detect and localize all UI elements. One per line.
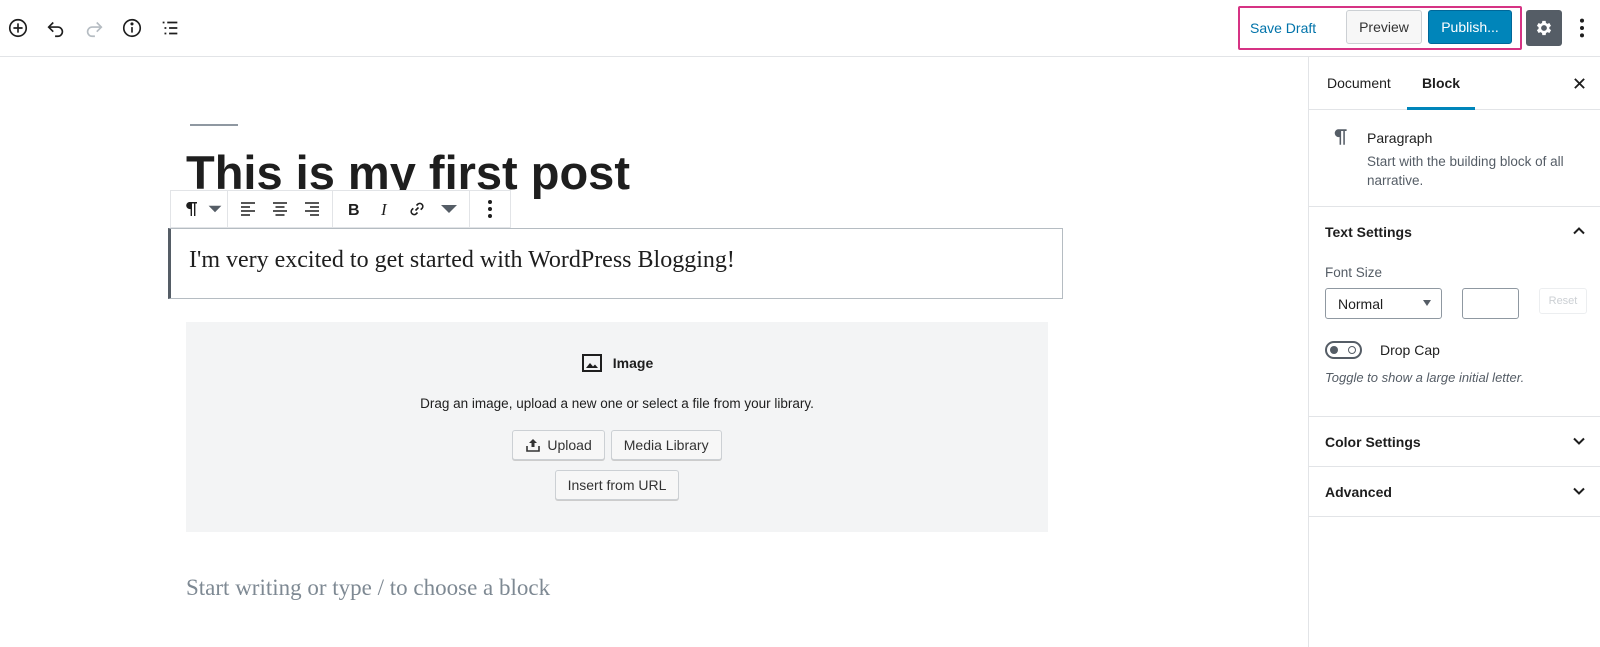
alignment-group: [228, 191, 333, 227]
block-toolbar: B I: [170, 190, 511, 228]
toggle-off-indicator: [1348, 346, 1356, 354]
chevron-down-icon: [1573, 437, 1585, 445]
panel-divider: [1309, 516, 1600, 517]
add-block-icon[interactable]: [2, 12, 34, 44]
toggle-knob: [1330, 346, 1338, 354]
paragraph-block[interactable]: I'm very excited to get started with Wor…: [168, 228, 1063, 299]
upload-button[interactable]: Upload: [512, 430, 605, 460]
media-library-button[interactable]: Media Library: [610, 430, 722, 460]
image-block-header: Image: [186, 352, 1048, 374]
image-button-row: Upload Media Library: [186, 430, 1048, 460]
text-settings-title: Text Settings: [1325, 223, 1412, 240]
settings-sidebar: Document Block Paragraph Start with the …: [1308, 57, 1600, 647]
info-icon[interactable]: [116, 12, 148, 44]
image-icon: [581, 354, 602, 372]
paragraph-text[interactable]: I'm very excited to get started with Wor…: [189, 247, 735, 274]
block-card: Paragraph Start with the building block …: [1309, 110, 1600, 207]
image-block-label: Image: [612, 355, 654, 371]
title-divider: [190, 124, 238, 126]
link-icon[interactable]: [401, 191, 433, 227]
chevron-down-icon[interactable]: [207, 191, 223, 227]
align-left-icon[interactable]: [232, 191, 264, 227]
block-switcher-group: [171, 191, 228, 227]
vertical-ellipsis-icon: [1579, 18, 1585, 38]
align-center-icon[interactable]: [264, 191, 296, 227]
reset-button[interactable]: Reset: [1539, 288, 1587, 314]
image-block-instructions: Drag an image, upload a new one or selec…: [420, 396, 814, 411]
italic-icon[interactable]: I: [369, 191, 401, 227]
font-size-select[interactable]: Normal: [1325, 288, 1442, 319]
paragraph-icon: [1329, 126, 1351, 155]
color-settings-panel-toggle[interactable]: Color Settings: [1309, 417, 1600, 466]
tab-document[interactable]: Document: [1327, 57, 1391, 110]
font-size-label: Font Size: [1325, 265, 1383, 280]
svg-text:B: B: [348, 202, 360, 219]
chevron-down-icon[interactable]: [433, 191, 465, 227]
color-settings-title: Color Settings: [1325, 433, 1421, 450]
default-block-appender[interactable]: Start writing or type / to choose a bloc…: [186, 575, 550, 601]
more-menu-button[interactable]: [1570, 12, 1594, 44]
preview-button[interactable]: Preview: [1346, 10, 1422, 44]
chevron-down-icon: [1573, 487, 1585, 495]
advanced-panel-toggle[interactable]: Advanced: [1309, 467, 1600, 516]
editor-canvas: This is my first post B I I'm very excit…: [0, 57, 1308, 647]
formatting-group: B I: [333, 191, 470, 227]
save-draft-button[interactable]: Save Draft: [1250, 16, 1316, 40]
block-card-title: Paragraph: [1367, 130, 1433, 146]
font-size-value: Normal: [1338, 295, 1384, 312]
bold-icon[interactable]: B: [337, 191, 369, 227]
publish-button[interactable]: Publish...: [1428, 10, 1512, 44]
sidebar-tabs: Document Block: [1309, 57, 1600, 110]
block-more-group: [470, 191, 510, 227]
outline-icon[interactable]: [154, 12, 186, 44]
paragraph-icon[interactable]: [175, 191, 207, 227]
custom-font-size-input[interactable]: [1462, 288, 1519, 319]
editor-header: Save Draft Preview Publish...: [0, 0, 1600, 57]
image-url-row: Insert from URL: [186, 470, 1048, 500]
drop-cap-toggle[interactable]: [1325, 341, 1362, 359]
drop-cap-help: Toggle to show a large initial letter.: [1325, 370, 1525, 385]
tab-block[interactable]: Block: [1407, 57, 1475, 110]
upload-button-label: Upload: [547, 437, 592, 453]
advanced-title: Advanced: [1325, 483, 1392, 500]
upload-icon: [526, 439, 541, 452]
redo-icon[interactable]: [78, 12, 110, 44]
text-settings-panel-toggle[interactable]: Text Settings: [1309, 207, 1600, 256]
svg-text:I: I: [380, 200, 388, 219]
block-card-description: Start with the building block of all nar…: [1367, 154, 1564, 188]
align-right-icon[interactable]: [296, 191, 328, 227]
drop-cap-label: Drop Cap: [1380, 342, 1440, 358]
vertical-ellipsis-icon[interactable]: [474, 191, 506, 227]
undo-icon[interactable]: [40, 12, 72, 44]
close-icon[interactable]: [1569, 73, 1589, 93]
chevron-down-icon: [1423, 300, 1431, 306]
settings-button[interactable]: [1526, 10, 1562, 46]
chevron-up-icon: [1573, 227, 1585, 235]
gear-icon: [1536, 20, 1552, 36]
insert-from-url-button[interactable]: Insert from URL: [554, 470, 680, 500]
image-block-placeholder: Image Drag an image, upload a new one or…: [186, 322, 1048, 532]
